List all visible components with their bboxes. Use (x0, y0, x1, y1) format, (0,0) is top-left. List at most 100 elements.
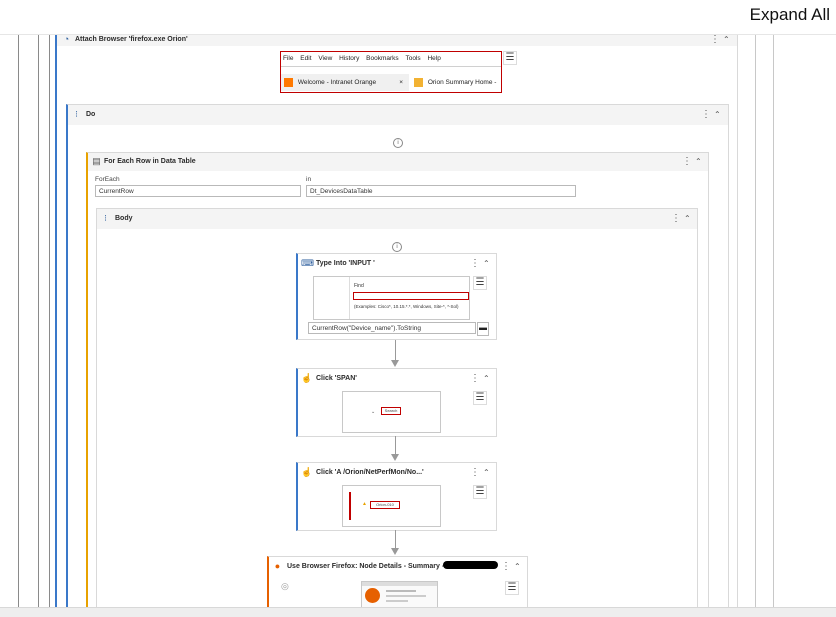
text-line (386, 590, 416, 592)
hamburger-menu-icon[interactable]: ☰ (505, 581, 519, 595)
more-options-icon[interactable]: ⋮ (682, 157, 692, 167)
more-options-icon[interactable]: ⋮ (470, 374, 480, 384)
do-sequence[interactable]: ⁝ Do ⋮ ⌃ i ▤ For Each Row in Data Table … (66, 104, 729, 607)
menu-help: Help (427, 55, 441, 62)
hamburger-menu-icon[interactable]: ☰ (473, 485, 487, 499)
close-icon: × (399, 79, 403, 86)
sequence-header (68, 105, 728, 125)
designer-toolbar: Expand All (0, 0, 836, 35)
datatable-field[interactable]: Dt_DevicesDataTable (306, 185, 576, 197)
text-line (386, 600, 408, 602)
use-browser-activity[interactable]: ● Use Browser Firefox: Node Details - Su… (267, 556, 528, 607)
text-value-field[interactable]: CurrentRow("Device_name").ToString (308, 322, 476, 334)
menu-file: File (283, 55, 294, 62)
orion-logo-icon (414, 77, 423, 87)
thumb-divider (349, 277, 350, 319)
collapse-icon[interactable]: ⌃ (483, 259, 490, 269)
arrow-head (391, 360, 399, 367)
browser-tab-2: Orion Summary Home - (410, 74, 501, 91)
firefox-icon: ● (274, 561, 281, 571)
activity-title: Click 'SPAN' (316, 375, 357, 382)
sequence-icon: ⁝ (104, 213, 107, 223)
foreach-label: ForEach (95, 176, 120, 183)
browser-tabstrip (362, 582, 437, 586)
nesting-line (38, 35, 39, 607)
collapse-icon[interactable]: ⌃ (714, 110, 721, 120)
click-icon: ☝ (301, 373, 313, 383)
hamburger-menu-icon[interactable]: ☰ (473, 391, 487, 405)
nesting-line (49, 35, 50, 607)
collapse-icon[interactable]: ⌃ (483, 374, 490, 384)
element-screenshot: ⌄ Search (342, 391, 441, 433)
browser-screenshot (361, 581, 438, 607)
type-into-activity[interactable]: ⌨ Type Into 'INPUT ' ⋮ ⌃ Find (Examples:… (296, 253, 497, 340)
text-line (386, 595, 426, 597)
orange-logo-icon (284, 77, 293, 87)
more-options-icon[interactable]: ⋮ (701, 110, 711, 120)
info-icon: i (393, 138, 403, 148)
menu-view: View (318, 55, 333, 62)
more-options-icon[interactable]: ⋮ (470, 259, 480, 269)
warning-icon: ▲ (362, 501, 367, 507)
connector-arrow (395, 530, 396, 548)
status-bar (349, 492, 351, 520)
expression-editor-button[interactable]: ▬ (477, 322, 489, 336)
more-options-icon[interactable]: ⋮ (470, 468, 480, 478)
more-options-icon[interactable]: ⋮ (501, 562, 511, 572)
foreach-variable-field[interactable]: CurrentRow (95, 185, 301, 197)
selection-highlight: Orion-010 (370, 501, 400, 509)
browser-screenshot: File Edit View History Bookmarks Tools H… (280, 51, 502, 93)
collapse-icon[interactable]: ⌃ (483, 468, 490, 478)
element-screenshot: Find (Examples: Cisco*, 10.15.*.*, Windo… (313, 276, 470, 320)
collapse-icon[interactable]: ⌃ (723, 35, 730, 45)
attach-browser-activity[interactable]: ◔ Attach Browser 'firefox.exe Orion' ⋮ ⌃… (55, 35, 738, 607)
activity-title: For Each Row in Data Table (104, 158, 196, 165)
sequence-icon: ⁝ (75, 109, 78, 119)
collapse-icon[interactable]: ⌃ (695, 157, 702, 167)
collapse-icon[interactable]: ⌃ (514, 562, 521, 572)
browser-settings-icon: ◎ (281, 581, 289, 591)
sequence-title: Body (115, 215, 133, 222)
menu-edit: Edit (300, 55, 312, 62)
firefox-logo-icon (365, 588, 380, 603)
nesting-line (755, 35, 756, 607)
sequence-header (97, 209, 697, 229)
in-label: in (306, 176, 312, 183)
data-table-icon: ▤ (92, 156, 101, 166)
hamburger-menu-icon[interactable]: ☰ (503, 51, 517, 65)
for-each-row-activity[interactable]: ▤ For Each Row in Data Table ⋮ ⌃ ForEach… (86, 152, 709, 607)
activity-title: Use Browser Firefox: Node Details - Summ… (287, 563, 445, 570)
click-span-activity[interactable]: ☝ Click 'SPAN' ⋮ ⌃ ⌄ Search ☰ (296, 368, 497, 437)
menu-bookmarks: Bookmarks (366, 55, 399, 62)
browser-tab-1: Welcome - Intranet Orange × (281, 74, 409, 91)
thumb-example: (Examples: Cisco*, 10.15.*.*, Windows, S… (354, 304, 459, 309)
click-link-activity[interactable]: ☝ Click 'A /Orion/NetPerfMon/No...' ⋮ ⌃ … (296, 462, 497, 531)
body-sequence[interactable]: ⁝ Body ⋮ ⌃ i ⌨ Type Into 'INPUT ' ⋮ ⌃ Fi… (96, 208, 698, 607)
hamburger-menu-icon[interactable]: ☰ (473, 276, 487, 290)
info-icon: i (392, 242, 402, 252)
selection-highlight: Search (381, 407, 401, 415)
menu-tools: Tools (405, 55, 421, 62)
connector-arrow (395, 340, 396, 360)
workflow-canvas[interactable]: ◔ Attach Browser 'firefox.exe Orion' ⋮ ⌃… (0, 35, 836, 607)
connector-arrow (395, 436, 396, 454)
arrow-head (391, 454, 399, 461)
activity-title: Attach Browser 'firefox.exe Orion' (75, 36, 188, 43)
selection-highlight (353, 292, 469, 300)
type-into-icon: ⌨ (301, 258, 314, 268)
menu-history: History (339, 55, 360, 62)
expand-all-button[interactable]: Expand All (750, 5, 830, 25)
collapse-icon[interactable]: ⌃ (684, 214, 691, 224)
activity-title: Type Into 'INPUT ' (316, 260, 375, 267)
redacted-text (443, 561, 498, 569)
nesting-line (773, 35, 774, 607)
element-screenshot: ▲ Orion-010 (342, 485, 441, 527)
thumb-label: Find (354, 283, 364, 289)
click-icon: ☝ (301, 467, 313, 477)
more-options-icon[interactable]: ⋮ (671, 214, 681, 224)
more-options-icon[interactable]: ⋮ (710, 35, 720, 45)
sequence-title: Do (86, 111, 96, 118)
attach-browser-icon: ◔ (63, 35, 70, 44)
nesting-line (18, 35, 19, 607)
dropdown-chevron-icon: ⌄ (371, 409, 376, 415)
